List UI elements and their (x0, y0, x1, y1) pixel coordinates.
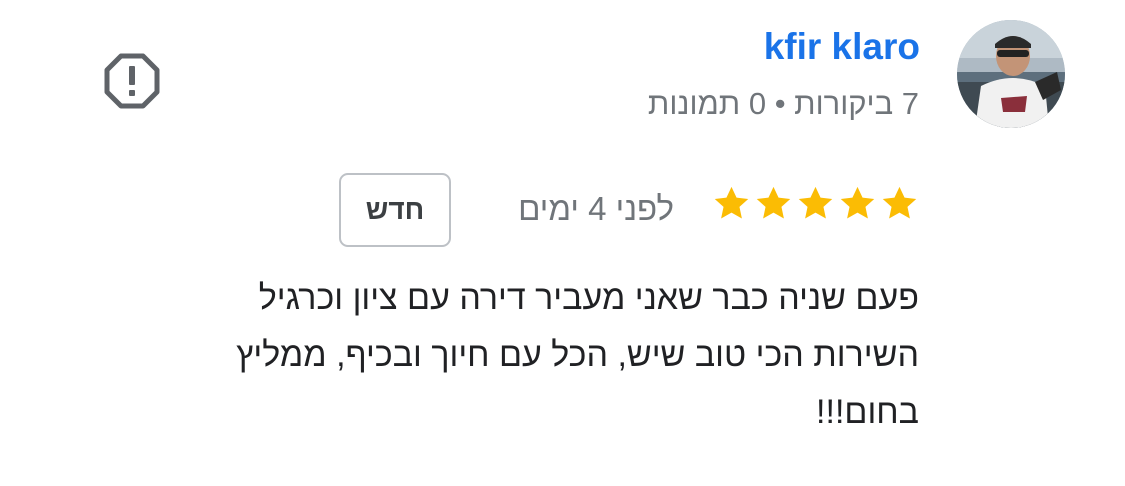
star-icon (712, 184, 751, 223)
reviewer-avatar[interactable] (957, 20, 1065, 128)
star-icon (880, 184, 919, 223)
star-icon (754, 184, 793, 223)
review-text-line: בחום!!! (816, 393, 919, 431)
review-text-line: פעם שניה כבר שאני מעביר דירה עם ציון וכר… (258, 279, 919, 317)
review-text-line: השירות הכי טוב שיש, הכל עם חיוך ובכיף, מ… (236, 336, 919, 374)
review-text: פעם שניה כבר שאני מעביר דירה עם ציון וכר… (119, 270, 919, 441)
reviewer-name[interactable]: kfir klaro (764, 26, 920, 68)
new-badge: חדש (339, 173, 451, 247)
report-octagon-icon[interactable] (104, 53, 160, 109)
star-icon (838, 184, 877, 223)
reviewer-stats: 7 ביקורות • 0 תמונות (647, 86, 919, 121)
review-date: לפני 4 ימים (518, 190, 674, 227)
avatar-photo (957, 20, 1065, 128)
star-rating (712, 184, 919, 223)
star-icon (796, 184, 835, 223)
